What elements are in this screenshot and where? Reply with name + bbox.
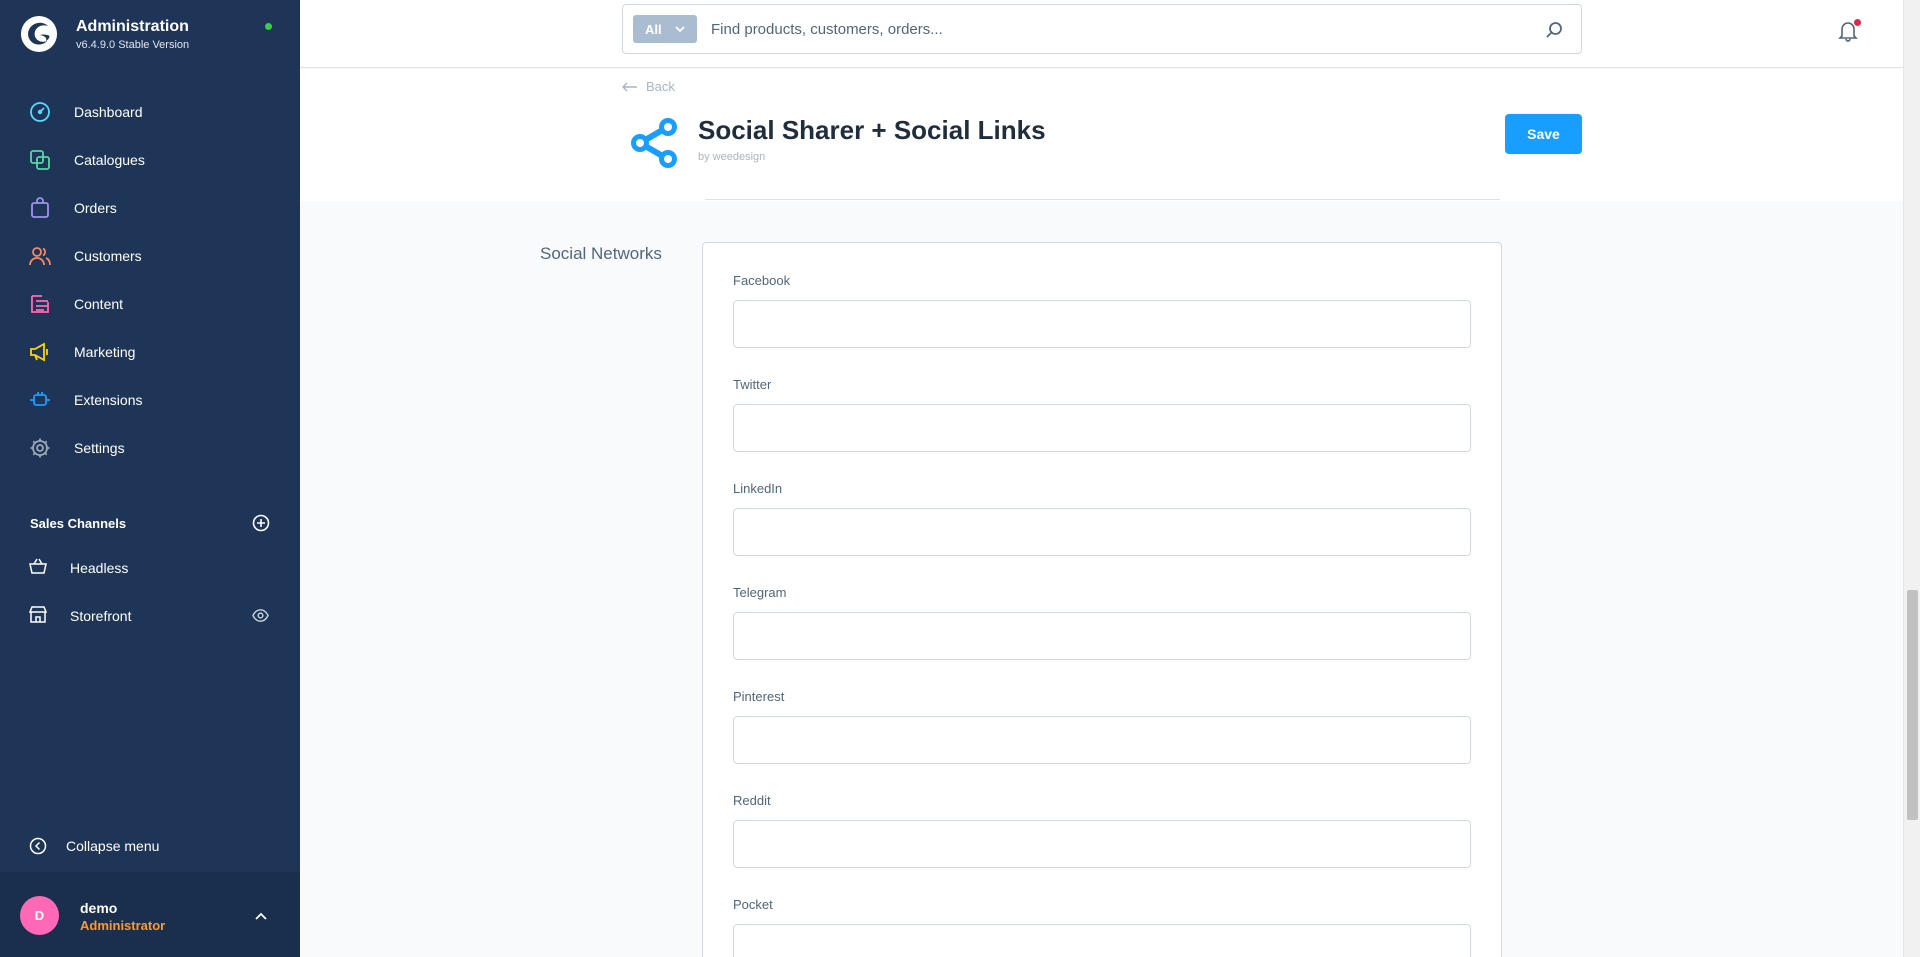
pinterest-input[interactable] — [733, 716, 1471, 764]
app-version: v6.4.9.0 Stable Version — [76, 38, 190, 51]
customers-icon — [29, 245, 51, 267]
sales-channels-header: Sales Channels — [30, 513, 270, 533]
linkedin-input[interactable] — [733, 508, 1471, 556]
sales-channel-label: Headless — [70, 560, 129, 576]
field-telegram: Telegram — [733, 585, 1473, 660]
nav-item-catalogues[interactable]: Catalogues — [0, 136, 300, 184]
field-label: Telegram — [733, 585, 787, 600]
chevron-left-circle-icon — [29, 837, 47, 855]
facebook-input[interactable] — [733, 300, 1471, 348]
field-pinterest: Pinterest — [733, 689, 1473, 764]
telegram-input[interactable] — [733, 612, 1471, 660]
plugin-author: by weedesign — [698, 151, 766, 163]
search-type-select[interactable]: All — [633, 15, 697, 43]
nav-item-label: Extensions — [74, 392, 143, 408]
global-search: All — [622, 4, 1582, 54]
field-label: Reddit — [733, 793, 771, 808]
field-label: Pocket — [733, 897, 773, 912]
add-sales-channel-icon[interactable] — [252, 514, 270, 532]
sales-channel-label: Storefront — [70, 608, 132, 624]
page-scrollbar[interactable] — [1903, 0, 1920, 957]
field-pocket: Pocket — [733, 897, 1473, 957]
extensions-icon — [29, 389, 51, 411]
nav-item-marketing[interactable]: Marketing — [0, 328, 300, 376]
dashboard-icon — [29, 101, 51, 123]
avatar: D — [20, 896, 59, 935]
online-status-dot — [265, 23, 272, 30]
notification-badge — [1854, 19, 1861, 26]
field-label: Twitter — [733, 377, 772, 392]
brand[interactable]: Administration v6.4.9.0 Stable Version — [20, 14, 189, 54]
sales-channels-list: Headless Storefront — [0, 544, 300, 640]
chevron-down-icon — [674, 26, 685, 33]
field-label: LinkedIn — [733, 481, 783, 496]
reddit-input[interactable] — [733, 820, 1471, 868]
nav-item-label: Marketing — [74, 344, 136, 360]
nav-item-content[interactable]: Content — [0, 280, 300, 328]
sales-channel-storefront[interactable]: Storefront — [0, 592, 300, 640]
nav-item-label: Orders — [74, 200, 117, 216]
nav-item-label: Content — [74, 296, 124, 312]
field-facebook: Facebook — [733, 273, 1473, 348]
storefront-icon — [28, 605, 48, 628]
settings-icon — [29, 437, 51, 459]
search-input[interactable] — [711, 15, 1531, 43]
user-role: Administrator — [80, 918, 166, 933]
field-label: Pinterest — [733, 689, 785, 704]
basket-icon — [29, 557, 47, 580]
nav-item-dashboard[interactable]: Dashboard — [0, 88, 300, 136]
collapse-menu-label: Collapse menu — [66, 838, 160, 854]
shopware-logo-icon — [20, 15, 58, 53]
top-bar: All — [300, 0, 1903, 68]
search-icon[interactable] — [1545, 21, 1563, 39]
sales-channel-headless[interactable]: Headless — [0, 544, 300, 592]
nav-item-label: Dashboard — [74, 104, 143, 120]
field-label: Facebook — [733, 273, 791, 288]
scrollbar-thumb[interactable] — [1907, 590, 1918, 820]
nav-item-settings[interactable]: Settings — [0, 424, 300, 472]
nav-item-label: Catalogues — [74, 152, 145, 168]
eye-icon[interactable] — [252, 607, 269, 624]
orders-icon — [29, 197, 51, 219]
social-networks-card: Facebook Twitter LinkedIn Telegram Pinte… — [702, 242, 1502, 957]
nav-item-label: Settings — [74, 440, 125, 456]
section-label: Social Networks — [540, 244, 662, 263]
share-icon — [631, 118, 677, 168]
twitter-input[interactable] — [733, 404, 1471, 452]
chevron-up-icon[interactable] — [254, 909, 268, 923]
page-title: Social Sharer + Social Links — [698, 115, 1046, 145]
user-name: demo — [80, 900, 118, 916]
nav-item-customers[interactable]: Customers — [0, 232, 300, 280]
catalogue-icon — [29, 149, 51, 171]
nav-item-extensions[interactable]: Extensions — [0, 376, 300, 424]
marketing-icon — [29, 341, 51, 363]
field-linkedin: LinkedIn — [733, 481, 1473, 556]
search-type-label: All — [645, 21, 662, 37]
nav-item-orders[interactable]: Orders — [0, 184, 300, 232]
save-button[interactable]: Save — [1505, 114, 1582, 154]
user-profile[interactable]: D demo Administrator — [0, 872, 300, 957]
sidebar: Administration v6.4.9.0 Stable Version D… — [0, 0, 300, 957]
collapse-menu-button[interactable]: Collapse menu — [29, 837, 159, 855]
nav-item-label: Customers — [74, 248, 142, 264]
field-twitter: Twitter — [733, 377, 1473, 452]
back-link[interactable]: Back — [622, 79, 675, 94]
main-nav: Dashboard Catalogues Orders Customers Co… — [0, 88, 300, 472]
content-icon — [29, 293, 51, 315]
header-divider — [705, 199, 1500, 200]
app-title: Administration — [76, 17, 189, 35]
pocket-input[interactable] — [733, 924, 1471, 957]
field-reddit: Reddit — [733, 793, 1473, 868]
sales-channels-title: Sales Channels — [30, 515, 127, 531]
back-label: Back — [646, 79, 675, 94]
page-header: Back Social Sharer + Social Links by wee… — [300, 69, 1903, 201]
arrow-left-icon — [622, 82, 637, 91]
